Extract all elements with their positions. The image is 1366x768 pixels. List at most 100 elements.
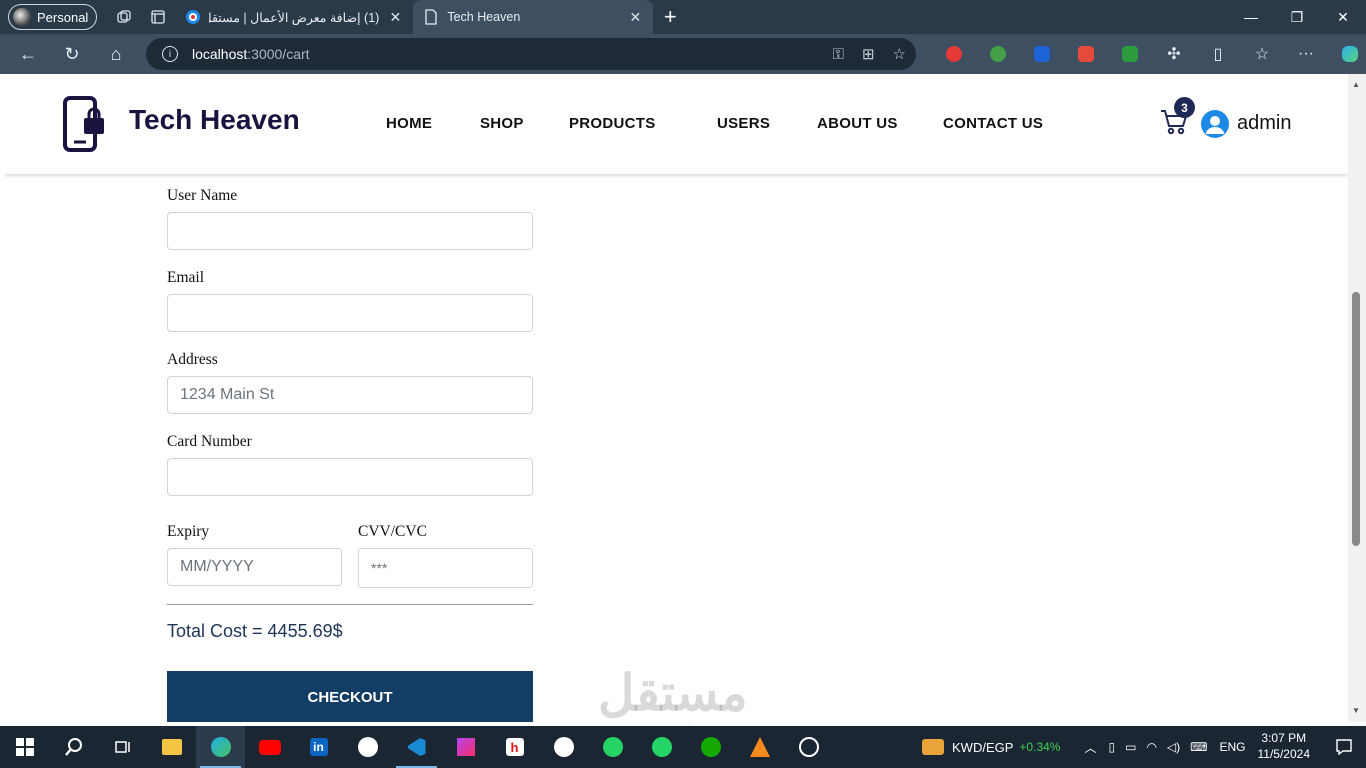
adblock-extension-icon[interactable] bbox=[932, 34, 976, 74]
extensions-puzzle-icon[interactable]: ✣ bbox=[1152, 34, 1196, 74]
tab-tech-heaven[interactable]: Tech Heaven ✕ bbox=[413, 0, 654, 34]
close-tab-icon[interactable]: ✕ bbox=[387, 9, 403, 26]
phone-bag-logo-icon[interactable] bbox=[62, 96, 108, 152]
divider bbox=[167, 604, 533, 605]
youtube-icon[interactable] bbox=[245, 726, 294, 768]
app-h-icon[interactable]: h bbox=[490, 726, 539, 768]
total-cost: Total Cost = 4455.69$ bbox=[167, 621, 343, 641]
battery-icon[interactable]: ▭ bbox=[1125, 740, 1136, 754]
site-header: Tech Heaven HOME SHOP PRODUCTS USERS ABO… bbox=[4, 74, 1348, 174]
media-player-icon[interactable] bbox=[784, 726, 833, 768]
nav-home[interactable]: HOME bbox=[386, 115, 432, 132]
show-hidden-icons-icon[interactable]: ︿ bbox=[1084, 739, 1096, 756]
scroll-up-icon[interactable]: ▲ bbox=[1352, 80, 1360, 89]
wifi-icon[interactable]: ◠ bbox=[1146, 740, 1156, 754]
keyboard-icon[interactable]: ⌨ bbox=[1190, 740, 1207, 754]
whatsapp-business-icon[interactable] bbox=[637, 726, 686, 768]
task-view-icon[interactable] bbox=[98, 726, 147, 768]
cvv-input[interactable] bbox=[358, 548, 533, 588]
refresh-icon[interactable]: ↻ bbox=[50, 34, 94, 74]
github-icon[interactable] bbox=[343, 726, 392, 768]
windows-taskbar: in h KWD/EGP +0.34% ︿ ▯ ▭ ◠ ◁) ⌨ ENG 3:0… bbox=[0, 726, 1366, 768]
globe-extension-icon[interactable] bbox=[976, 34, 1020, 74]
mostaql-favicon-icon bbox=[185, 9, 201, 25]
nav-shop[interactable]: SHOP bbox=[480, 115, 524, 132]
clock[interactable]: 3:07 PM 11/5/2024 bbox=[1258, 731, 1311, 762]
checkout-button[interactable]: CHECKOUT bbox=[167, 671, 533, 722]
vscode-icon[interactable] bbox=[392, 726, 441, 768]
nav-users[interactable]: USERS bbox=[717, 115, 770, 132]
page-scrollbar[interactable]: ▲ ▼ bbox=[1348, 74, 1366, 722]
tab-mostaql[interactable]: (1) إضافة معرض الأعمال | مستقل ✕ bbox=[175, 0, 413, 34]
home-icon[interactable]: ⌂ bbox=[94, 34, 138, 74]
currency-ticker-icon bbox=[922, 739, 945, 755]
profile-avatar bbox=[13, 8, 31, 26]
workspaces-icon[interactable] bbox=[107, 0, 141, 34]
clock-time: 3:07 PM bbox=[1261, 731, 1307, 746]
volume-icon[interactable]: ◁) bbox=[1167, 740, 1180, 754]
expiry-label: Expiry bbox=[167, 523, 210, 540]
browser-tab-bar: Personal (1) إضافة معرض الأعمال | مستقل … bbox=[0, 0, 1366, 34]
app-available-icon[interactable]: ⊞ bbox=[862, 45, 875, 63]
system-tray: KWD/EGP +0.34% ︿ ▯ ▭ ◠ ◁) ⌨ ENG 3:07 PM … bbox=[922, 726, 1366, 768]
upwork-icon[interactable] bbox=[686, 726, 735, 768]
phpstorm-icon[interactable] bbox=[441, 726, 490, 768]
minimize-icon[interactable]: — bbox=[1228, 0, 1274, 34]
nav-about-us[interactable]: ABOUT US bbox=[817, 115, 898, 132]
tab-actions-icon[interactable] bbox=[141, 0, 175, 34]
notifications-icon[interactable] bbox=[1322, 738, 1366, 756]
split-screen-icon[interactable]: ▯ bbox=[1196, 34, 1240, 74]
password-key-icon[interactable]: ⚿ bbox=[833, 46, 844, 63]
web-page: Tech Heaven HOME SHOP PRODUCTS USERS ABO… bbox=[4, 74, 1348, 722]
expiry-input[interactable] bbox=[167, 548, 342, 586]
settings-more-icon[interactable]: ··· bbox=[1284, 34, 1328, 74]
user-avatar-icon[interactable] bbox=[1201, 110, 1229, 138]
username-label[interactable]: admin bbox=[1237, 112, 1291, 135]
shield-extension-icon[interactable] bbox=[1064, 34, 1108, 74]
cart-count-badge: 3 bbox=[1174, 97, 1195, 118]
file-explorer-icon[interactable] bbox=[147, 726, 196, 768]
address-input[interactable] bbox=[167, 376, 533, 414]
favorite-star-icon[interactable]: ☆ bbox=[893, 45, 906, 63]
gauge-app-icon[interactable] bbox=[539, 726, 588, 768]
ticker-change: +0.34% bbox=[1019, 740, 1061, 754]
linkedin-icon[interactable]: in bbox=[294, 726, 343, 768]
profile-button[interactable]: Personal bbox=[8, 4, 98, 30]
user-name-input[interactable] bbox=[167, 212, 533, 250]
close-window-icon[interactable]: ✕ bbox=[1320, 0, 1366, 34]
site-info-icon[interactable]: i bbox=[162, 46, 178, 62]
card-number-label: Card Number bbox=[167, 433, 252, 450]
url-path: :3000/cart bbox=[247, 46, 310, 62]
usb-icon[interactable]: ▯ bbox=[1108, 740, 1115, 754]
url-bar[interactable]: i localhost:3000/cart ⚿ ⊞ ☆ bbox=[146, 38, 916, 70]
tab-title: (1) إضافة معرض الأعمال | مستقل bbox=[209, 10, 380, 25]
scroll-down-icon[interactable]: ▼ bbox=[1352, 706, 1360, 715]
page-favicon-icon bbox=[423, 9, 439, 25]
new-tab-icon[interactable]: + bbox=[653, 4, 687, 30]
ticker-symbol[interactable]: KWD/EGP bbox=[952, 740, 1013, 755]
language-indicator[interactable]: ENG bbox=[1219, 740, 1245, 754]
user-name-label: User Name bbox=[167, 187, 238, 204]
q-extension-icon[interactable] bbox=[1020, 34, 1064, 74]
windows-start-icon[interactable] bbox=[0, 726, 49, 768]
copilot-icon[interactable] bbox=[1328, 34, 1366, 74]
address-label: Address bbox=[167, 351, 218, 368]
restore-icon[interactable]: ❐ bbox=[1274, 0, 1320, 34]
favorites-icon[interactable]: ☆ bbox=[1240, 34, 1284, 74]
grid-extension-icon[interactable] bbox=[1108, 34, 1152, 74]
scrollbar-thumb[interactable] bbox=[1352, 292, 1360, 546]
vlc-icon[interactable] bbox=[735, 726, 784, 768]
back-icon[interactable]: ← bbox=[6, 34, 50, 74]
close-tab-icon[interactable]: ✕ bbox=[627, 9, 643, 26]
email-input[interactable] bbox=[167, 294, 533, 332]
brand-name[interactable]: Tech Heaven bbox=[129, 104, 300, 136]
profile-label: Personal bbox=[37, 9, 89, 25]
extensions-bar: ✣ ▯ ☆ ··· bbox=[932, 34, 1366, 74]
nav-contact-us[interactable]: CONTACT US bbox=[943, 115, 1043, 132]
nav-products[interactable]: PRODUCTS bbox=[569, 115, 656, 132]
search-icon[interactable] bbox=[49, 726, 98, 768]
whatsapp-icon[interactable] bbox=[588, 726, 637, 768]
edge-browser-icon[interactable] bbox=[196, 726, 245, 768]
window-controls: — ❐ ✕ bbox=[1228, 0, 1366, 34]
card-number-input[interactable] bbox=[167, 458, 533, 496]
